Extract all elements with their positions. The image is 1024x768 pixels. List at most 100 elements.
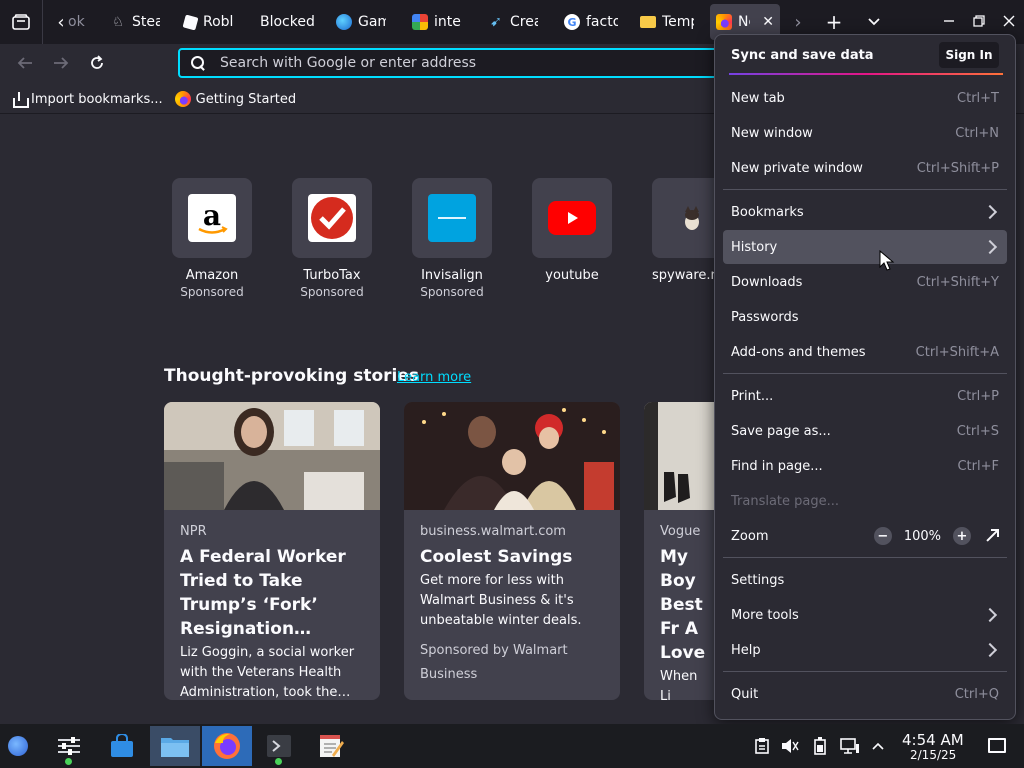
- top-site-spyware[interactable]: spyware.ne: [652, 178, 714, 283]
- close-tab-icon[interactable]: ✕: [762, 14, 774, 30]
- menu-item-downloads[interactable]: Downloads Ctrl+Shift+Y: [723, 265, 1007, 299]
- menu-item-passwords[interactable]: Passwords: [723, 300, 1007, 334]
- amazon-logo: a: [188, 194, 236, 242]
- zoom-level[interactable]: 100%: [904, 529, 941, 544]
- taskbar-app-settings[interactable]: [44, 726, 94, 766]
- menu-item-new-private-window[interactable]: New private window Ctrl+Shift+P: [723, 151, 1007, 185]
- battery-tray-icon[interactable]: [810, 736, 830, 756]
- story-card-walmart[interactable]: business.walmart.com Coolest Savings Get…: [404, 402, 620, 700]
- menu-item-new-window[interactable]: New window Ctrl+N: [723, 116, 1007, 150]
- story-card-npr[interactable]: NPR A Federal Worker Tried to Take Trump…: [164, 402, 380, 700]
- tray-expand-button[interactable]: [868, 736, 888, 756]
- menu-item-new-tab[interactable]: New tab Ctrl+T: [723, 81, 1007, 115]
- menu-item-help[interactable]: Help: [723, 633, 1007, 667]
- menu-item-shortcut: Ctrl+P: [957, 388, 999, 404]
- tab-8[interactable]: Temp: [634, 4, 700, 40]
- taskbar-app-files[interactable]: [150, 726, 200, 766]
- running-indicator: [65, 758, 72, 765]
- top-site-invisalign[interactable]: Invisalign Sponsored: [412, 178, 492, 299]
- tab-scroll-right-button[interactable]: ›: [786, 8, 810, 36]
- story-card-vogue[interactable]: Vogue My Boy Best Fr A Love When Li boyf…: [644, 402, 714, 700]
- menu-item-save-page-as[interactable]: Save page as... Ctrl+S: [723, 414, 1007, 448]
- list-all-tabs-button[interactable]: [862, 8, 886, 36]
- story-image: [164, 402, 380, 510]
- bookmark-import[interactable]: Import bookmarks...: [12, 92, 163, 108]
- menu-item-bookmarks[interactable]: Bookmarks: [723, 195, 1007, 229]
- sign-in-button[interactable]: Sign In: [939, 42, 999, 68]
- menu-item-print[interactable]: Print... Ctrl+P: [723, 379, 1007, 413]
- forward-button[interactable]: [46, 48, 76, 78]
- menu-item-quit[interactable]: Quit Ctrl+Q: [723, 677, 1007, 711]
- address-input[interactable]: [220, 55, 700, 71]
- story-headline: My Boy Best Fr A Love: [660, 547, 706, 663]
- top-site-youtube[interactable]: youtube: [532, 178, 612, 283]
- restore-button[interactable]: [964, 6, 994, 36]
- minimize-icon: [944, 20, 954, 22]
- top-site-tile[interactable]: [652, 178, 714, 258]
- top-site-amazon[interactable]: a Amazon Sponsored: [172, 178, 252, 299]
- menu-item-label: History: [731, 239, 778, 255]
- stories-heading: Thought-provoking stories: [164, 366, 420, 386]
- chevron-right-icon: [982, 607, 998, 623]
- volume-tray-icon[interactable]: [780, 736, 800, 756]
- menu-item-label: Print...: [731, 388, 774, 404]
- taskbar-app-firefox[interactable]: [202, 726, 252, 766]
- tab-label: intel: [434, 14, 462, 30]
- menu-item-settings[interactable]: Settings: [723, 563, 1007, 597]
- story-photo-family-icon: [404, 402, 620, 510]
- taskbar-app-notepad[interactable]: [306, 726, 356, 766]
- tab-label: Robl: [203, 14, 234, 30]
- clock-date[interactable]: 2/15/25: [910, 748, 956, 762]
- top-site-tile[interactable]: a: [172, 178, 252, 258]
- tab-2[interactable]: Robl: [178, 4, 240, 40]
- top-site-tile[interactable]: [292, 178, 372, 258]
- clipboard-icon: [755, 738, 769, 754]
- firefox-icon: [214, 733, 240, 759]
- zoom-out-button[interactable]: −: [873, 527, 892, 545]
- top-site-tile[interactable]: [412, 178, 492, 258]
- tab-7[interactable]: G facto: [558, 4, 624, 40]
- top-site-turbotax[interactable]: TurboTax Sponsored: [292, 178, 372, 299]
- show-desktop-button[interactable]: [988, 738, 1006, 753]
- menu-item-addons-and-themes[interactable]: Add-ons and themes Ctrl+Shift+A: [723, 335, 1007, 369]
- menu-item-history[interactable]: History: [723, 230, 1007, 264]
- top-site-tile[interactable]: [532, 178, 612, 258]
- learn-more-link[interactable]: Learn more: [397, 370, 471, 385]
- close-window-button[interactable]: [994, 6, 1024, 36]
- reload-button[interactable]: [82, 48, 112, 78]
- start-menu-button[interactable]: [8, 736, 28, 756]
- tab-5[interactable]: intel: [406, 4, 468, 40]
- tab-0[interactable]: ok: [62, 4, 92, 40]
- network-tray-icon[interactable]: [840, 736, 860, 756]
- menu-separator: [723, 189, 1007, 190]
- story-excerpt: When Li boyfrien caused a: [660, 669, 698, 700]
- top-site-title: TurboTax: [303, 268, 361, 283]
- import-icon: [12, 92, 29, 108]
- clock-time[interactable]: 4:54 AM: [902, 731, 964, 749]
- taskbar-app-store[interactable]: [97, 726, 147, 766]
- tab-6[interactable]: ➹ Creat: [482, 4, 544, 40]
- clipboard-tray-icon[interactable]: [752, 736, 772, 756]
- url-bar[interactable]: [178, 48, 738, 78]
- menu-item-more-tools[interactable]: More tools: [723, 598, 1007, 632]
- chevron-right-icon: [982, 239, 998, 255]
- amazon-icon: a: [198, 199, 228, 234]
- menu-item-label: Passwords: [731, 309, 799, 325]
- tab-1[interactable]: ♘ Stear: [104, 4, 166, 40]
- menu-item-find-in-page[interactable]: Find in page... Ctrl+F: [723, 449, 1007, 483]
- new-tab-button[interactable]: +: [822, 8, 846, 36]
- arrow-right-icon: [54, 57, 69, 69]
- fullscreen-icon[interactable]: [983, 528, 999, 544]
- tab-4[interactable]: Gam: [330, 4, 392, 40]
- zoom-in-button[interactable]: +: [953, 527, 971, 545]
- story-headline: Coolest Savings: [420, 547, 573, 567]
- minimize-button[interactable]: [934, 6, 964, 36]
- menu-item-shortcut: Ctrl+F: [957, 458, 999, 474]
- back-button[interactable]: [10, 48, 40, 78]
- top-site-sponsored-label: Sponsored: [420, 285, 484, 299]
- firefox-view-button[interactable]: [4, 6, 38, 38]
- menu-item-label: Translate page...: [731, 493, 840, 509]
- tab-3[interactable]: Blocked: [254, 4, 320, 40]
- bookmark-getting-started[interactable]: Getting Started: [174, 91, 296, 107]
- taskbar-app-terminal[interactable]: [254, 726, 304, 766]
